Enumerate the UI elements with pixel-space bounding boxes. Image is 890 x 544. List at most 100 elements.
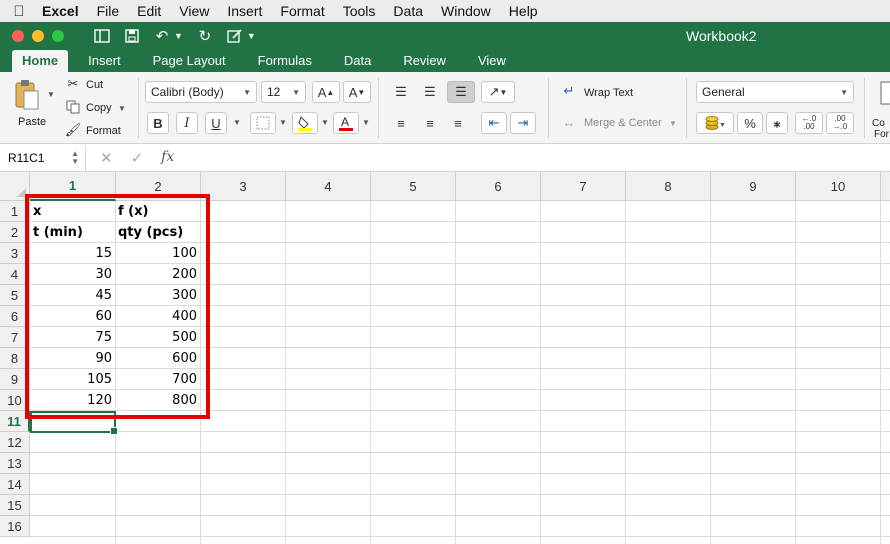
conditional-formatting-label-1[interactable]: Co (872, 118, 885, 129)
apple-icon[interactable]:  (0, 3, 38, 20)
align-left-icon[interactable]: ≡ (390, 112, 412, 134)
tab-home[interactable]: Home (12, 50, 69, 72)
row-header-12[interactable]: 12 (0, 432, 30, 453)
align-middle-icon[interactable]: ☰ (419, 81, 441, 103)
bold-button[interactable]: B (147, 112, 169, 134)
paste-icon[interactable] (12, 78, 42, 112)
copy-dropdown-icon[interactable]: ▼ (118, 104, 126, 113)
paste-label[interactable]: Paste (18, 116, 46, 128)
merge-center-label[interactable]: Merge & Center (584, 117, 662, 129)
underline-button[interactable]: U (205, 112, 227, 134)
chevron-down-icon: ▼ (292, 87, 300, 97)
menu-file[interactable]: File (88, 0, 129, 22)
name-box[interactable]: R11C1 ▲ ▼ (0, 144, 86, 172)
menu-tools[interactable]: Tools (334, 0, 385, 22)
font-size-select[interactable]: 12 ▼ (261, 81, 306, 103)
menu-data[interactable]: Data (384, 0, 432, 22)
cancel-icon[interactable]: ✕ (100, 149, 113, 167)
enter-icon[interactable]: ✓ (131, 149, 144, 167)
tab-review[interactable]: Review (391, 50, 466, 72)
fill-color-button[interactable] (292, 112, 318, 134)
align-right-icon[interactable]: ≡ (447, 112, 469, 134)
edit-icon[interactable] (227, 28, 243, 44)
copy-icon[interactable] (64, 98, 82, 116)
grid-line (710, 201, 711, 544)
zoom-window-button[interactable] (52, 30, 64, 42)
formula-bar: R11C1 ▲ ▼ ✕ ✓ fx (0, 144, 890, 172)
redo-icon[interactable]: ↻ (197, 28, 213, 45)
align-bottom-icon[interactable]: ☰ (447, 81, 475, 103)
row-header-15[interactable]: 15 (0, 495, 30, 516)
increase-decimal-button[interactable]: ←.0.00 (795, 112, 823, 134)
column-header-8[interactable]: 8 (626, 172, 711, 201)
align-center-icon[interactable]: ≡ (419, 112, 441, 134)
insert-function-icon[interactable]: fx (161, 149, 174, 167)
tab-page-layout[interactable]: Page Layout (141, 50, 246, 72)
tab-formulas[interactable]: Formulas (246, 50, 332, 72)
font-color-button[interactable]: A (333, 112, 359, 134)
borders-button[interactable] (250, 112, 276, 134)
column-header-7[interactable]: 7 (541, 172, 626, 201)
align-top-icon[interactable]: ☰ (390, 81, 412, 103)
italic-button[interactable]: I (176, 112, 198, 134)
conditional-formatting-label-2[interactable]: For (874, 129, 889, 140)
conditional-formatting-icon[interactable] (878, 80, 890, 106)
borders-dropdown-icon[interactable]: ▼ (279, 118, 287, 127)
sidebar-toggle-icon[interactable] (94, 28, 110, 44)
close-window-button[interactable] (12, 30, 24, 42)
column-header-4[interactable]: 4 (286, 172, 371, 201)
format-painter-icon[interactable]: 🖌 (64, 121, 82, 139)
cut-icon[interactable]: ✂ (64, 75, 82, 93)
decrease-indent-icon[interactable]: ⇤ (481, 112, 507, 134)
increase-indent-icon[interactable]: ⇥ (510, 112, 536, 134)
accounting-format-button[interactable]: ▼ (696, 112, 734, 134)
column-header-9[interactable]: 9 (711, 172, 796, 201)
name-box-stepper-icon[interactable]: ▲ ▼ (71, 150, 79, 166)
column-header-5[interactable]: 5 (371, 172, 456, 201)
row-header-14[interactable]: 14 (0, 474, 30, 495)
svg-text:A: A (341, 115, 349, 129)
undo-dropdown-icon[interactable]: ▼ (174, 31, 183, 41)
minimize-window-button[interactable] (32, 30, 44, 42)
row-header-13[interactable]: 13 (0, 453, 30, 474)
decrease-font-size-button[interactable]: A ▼ (343, 81, 371, 103)
percent-style-button[interactable]: % (737, 112, 763, 134)
wrap-text-label[interactable]: Wrap Text (584, 87, 633, 99)
worksheet-grid[interactable]: 1 2 3 4 5 6 7 8 9 10 1 2 3 4 5 6 7 8 9 1… (0, 172, 890, 544)
fill-color-dropdown-icon[interactable]: ▼ (321, 118, 329, 127)
customize-toolbar-icon[interactable]: ▼ (247, 31, 256, 41)
wrap-text-icon[interactable]: ↵ (558, 82, 580, 100)
row-header-16[interactable]: 16 (0, 516, 30, 537)
merge-center-icon[interactable]: ↔ (558, 113, 580, 131)
comma-style-button[interactable]: ⁎ (766, 112, 788, 134)
decrease-decimal-button[interactable]: .00 →.0 (826, 112, 854, 134)
column-header-3[interactable]: 3 (201, 172, 286, 201)
column-header-10[interactable]: 10 (796, 172, 881, 201)
font-color-dropdown-icon[interactable]: ▼ (362, 118, 370, 127)
menu-format[interactable]: Format (271, 0, 333, 22)
grid-line (625, 201, 626, 544)
tab-insert[interactable]: Insert (68, 50, 141, 72)
increase-font-size-button[interactable]: A ▲ (312, 81, 340, 103)
tab-view[interactable]: View (466, 50, 526, 72)
number-format-select[interactable]: General ▼ (696, 81, 854, 103)
menu-edit[interactable]: Edit (128, 0, 170, 22)
save-icon[interactable] (124, 28, 140, 44)
paste-dropdown-icon[interactable]: ▼ (47, 90, 55, 99)
column-header-11[interactable] (881, 172, 890, 201)
merge-dropdown-icon[interactable]: ▼ (669, 119, 677, 128)
menu-window[interactable]: Window (432, 0, 500, 22)
underline-dropdown-icon[interactable]: ▼ (233, 118, 241, 127)
format-painter-label[interactable]: Format (86, 125, 121, 137)
menu-app-excel[interactable]: Excel (38, 0, 88, 22)
undo-icon[interactable]: ↶ (154, 28, 170, 45)
menu-view[interactable]: View (170, 0, 218, 22)
menu-help[interactable]: Help (500, 0, 547, 22)
copy-label[interactable]: Copy (86, 102, 112, 114)
cut-label[interactable]: Cut (86, 79, 103, 91)
font-name-select[interactable]: Calibri (Body) ▼ (145, 81, 257, 103)
menu-insert[interactable]: Insert (218, 0, 271, 22)
column-header-6[interactable]: 6 (456, 172, 541, 201)
orientation-button[interactable]: ↗ ▼ (481, 81, 515, 103)
tab-data[interactable]: Data (332, 50, 391, 72)
